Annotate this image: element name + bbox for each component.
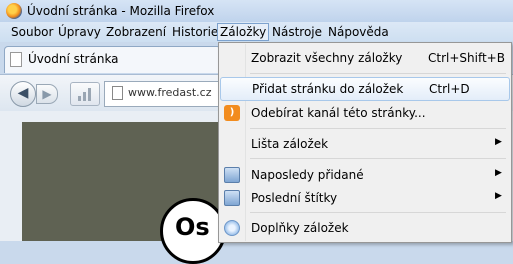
submenu-arrow-icon: ▶ [495,137,502,147]
bar-icon [88,88,91,101]
bar-icon [83,92,86,101]
menu-item-label: Zobrazit všechny záložky [251,51,403,65]
menu-separator [250,158,506,159]
menu-napoveda[interactable]: Nápověda [326,24,391,40]
menu-item-subscribe-feed[interactable]: ) Odebírat kanál této stránky... [220,102,508,124]
logo-text: Os [175,213,210,241]
page-icon [112,86,123,100]
url-text[interactable]: www.fredast.cz [128,86,211,99]
tab-label: Úvodní stránka [28,52,119,66]
menu-bar: Soubor Úpravy Zobrazení Historie Záložky… [0,22,513,42]
menu-item-recently-added[interactable]: Naposledy přidané ▶ [220,164,508,186]
menu-item-label: Přidat stránku do záložek [252,82,404,96]
menu-item-shortcut: Ctrl+D [429,82,470,96]
menu-item-shortcut: Ctrl+Shift+B [428,51,505,65]
submenu-arrow-icon: ▶ [495,191,502,201]
menu-item-add-bookmark[interactable]: Přidat stránku do záložek Ctrl+D [220,77,510,101]
menu-separator [250,128,506,129]
folder-icon [224,136,240,152]
menu-item-label: Poslední štítky [251,191,338,205]
menu-zobrazeni[interactable]: Zobrazení [104,24,168,40]
submenu-arrow-icon: ▶ [495,168,502,178]
menu-item-bookmark-addons[interactable]: Doplňky záložek [220,217,508,239]
menu-historie[interactable]: Historie [170,24,220,40]
menu-separator [250,73,506,74]
smart-folder-icon [224,167,240,183]
firefox-icon [6,3,22,19]
addon-icon [224,220,240,236]
menu-nastroje[interactable]: Nástroje [270,24,324,40]
rss-icon: ) [224,105,240,121]
menu-item-bookmarks-toolbar[interactable]: Lišta záložek ▶ [220,133,508,155]
menu-item-label: Naposledy přidané [251,168,364,182]
page-icon [10,52,22,67]
smart-folder-icon [224,190,240,206]
menu-item-label: Odebírat kanál této stránky... [251,106,426,120]
menu-zalozky[interactable]: Záložky [217,23,270,41]
menu-item-recent-tags[interactable]: Poslední štítky ▶ [220,187,508,209]
menu-upravy[interactable]: Úpravy [56,24,103,40]
menu-item-label: Lišta záložek [251,137,329,151]
menu-separator [250,212,506,213]
bar-icon [78,96,81,101]
forward-button[interactable]: ▶ [36,84,58,104]
window-title: Úvodní stránka - Mozilla Firefox [27,4,215,18]
stats-button[interactable] [70,82,100,106]
menu-soubor[interactable]: Soubor [9,24,55,40]
menu-item-show-all-bookmarks[interactable]: Zobrazit všechny záložky Ctrl+Shift+B [220,47,508,69]
back-button[interactable]: ◀ [10,81,36,107]
menu-item-label: Doplňky záložek [251,221,349,235]
